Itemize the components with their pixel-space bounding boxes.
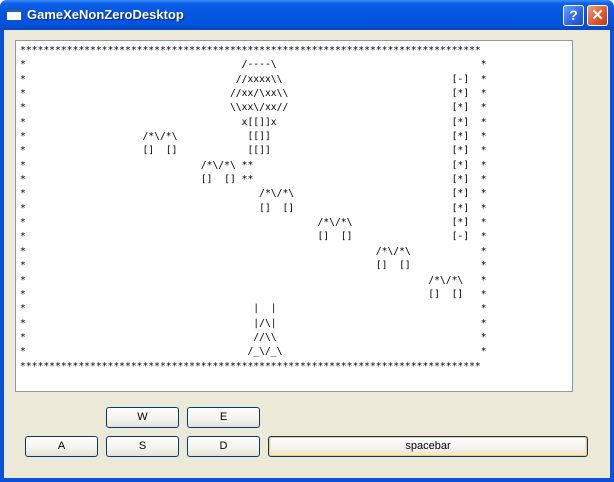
board-row: * [] [] ** [*] * xyxy=(20,174,487,186)
board-row: ****************************************… xyxy=(20,45,481,56)
board-row: * /_\/_\ * xyxy=(20,346,487,358)
board-row: * /*\/*\ [*] * xyxy=(20,217,487,229)
spacebar-button[interactable]: spacebar xyxy=(268,436,588,457)
board-row: * | | * xyxy=(20,303,487,315)
board-row: * [] [] * xyxy=(20,260,487,272)
board-row: * /*\/*\ ** [*] * xyxy=(20,159,487,171)
board-row: * //xxxx\\ [-] * xyxy=(20,73,487,85)
help-button[interactable]: ? xyxy=(563,5,584,26)
board-row: * [] [] [[]] [*] * xyxy=(20,145,487,157)
board-row: * |/\| * xyxy=(20,317,487,329)
board-row: * \\xx\/xx// [*] * xyxy=(20,102,487,114)
board-row: * /*\/*\ [*] * xyxy=(20,188,487,200)
board-row: * /*\/*\ [[]] [*] * xyxy=(20,131,487,143)
board-row: * /*\/*\ * xyxy=(20,245,487,257)
board-row: * //\\ * xyxy=(20,331,487,343)
window-app-icon xyxy=(6,8,22,21)
window-title: GameXeNonZeroDesktop xyxy=(27,7,184,22)
question-mark-icon: ? xyxy=(569,7,578,23)
client-area: ****************************************… xyxy=(4,30,610,478)
close-button[interactable]: ✕ xyxy=(587,5,608,26)
title-bar[interactable]: GameXeNonZeroDesktop ? ✕ xyxy=(0,0,614,30)
w-button[interactable]: W xyxy=(106,407,179,428)
board-row: * [] [] [-] * xyxy=(20,231,487,243)
board-row: * x[[]]x [*] * xyxy=(20,116,487,128)
game-board: ****************************************… xyxy=(15,40,573,392)
a-button[interactable]: A xyxy=(25,436,98,457)
board-row: * [] [] * xyxy=(20,288,487,300)
board-row: * /*\/*\ * xyxy=(20,274,487,286)
d-button[interactable]: D xyxy=(187,436,260,457)
board-row: ****************************************… xyxy=(20,360,481,372)
board-row: * /----\ * xyxy=(20,59,487,71)
board-row: * [] [] [*] * xyxy=(20,202,487,214)
close-icon: ✕ xyxy=(591,7,604,24)
e-button[interactable]: E xyxy=(187,407,260,428)
game-board-text: ****************************************… xyxy=(20,44,487,374)
s-button[interactable]: S xyxy=(106,436,179,457)
board-row: * //xx/\xx\\ [*] * xyxy=(20,88,487,100)
game-window: GameXeNonZeroDesktop ? ✕ ***************… xyxy=(0,0,614,482)
